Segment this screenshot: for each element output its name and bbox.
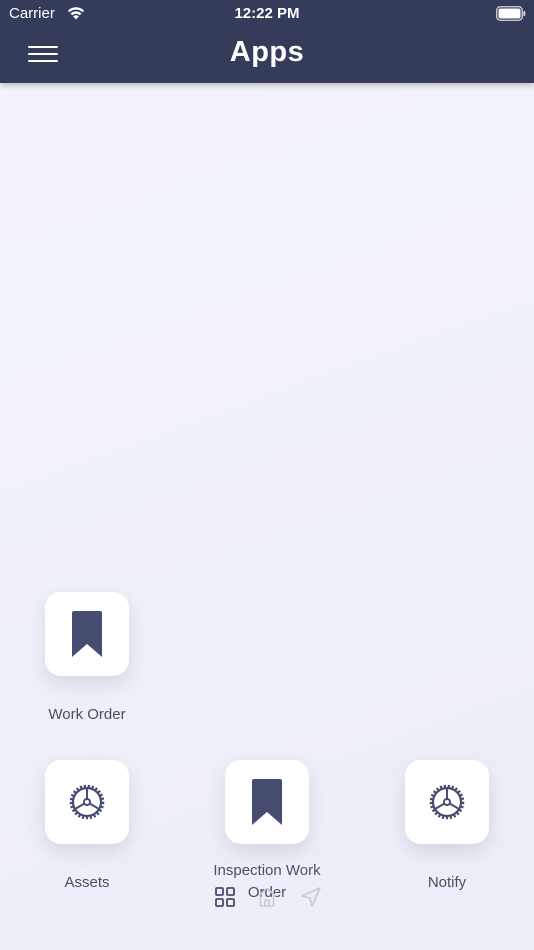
battery-icon — [496, 6, 526, 21]
app-tile-assets[interactable]: Assets — [17, 760, 157, 910]
nav-bar: Apps — [0, 28, 534, 83]
app-card[interactable] — [225, 760, 309, 844]
app-label: Notify — [427, 874, 467, 891]
gear-icon — [429, 784, 465, 820]
app-card[interactable] — [45, 592, 129, 676]
app-label: Work Order — [48, 706, 126, 723]
status-time: 12:22 PM — [234, 5, 300, 22]
bottom-toolbar — [214, 886, 324, 910]
navigation-icon[interactable] — [300, 886, 322, 908]
app-card[interactable] — [45, 760, 129, 844]
app-tile-notify[interactable]: Notify — [377, 760, 517, 910]
status-bar: Carrier 12:22 PM — [0, 0, 534, 28]
bookmark-icon — [252, 779, 282, 825]
home-icon[interactable] — [256, 886, 278, 908]
app-card[interactable] — [405, 760, 489, 844]
app-label: Assets — [64, 874, 110, 891]
gear-icon — [69, 784, 105, 820]
bookmark-icon — [72, 611, 102, 657]
app-tile-work-order[interactable]: Work Order — [17, 592, 157, 742]
page-title: Apps — [229, 36, 305, 68]
top-bar: Carrier 12:22 PM Apps — [0, 0, 534, 83]
grid-icon[interactable] — [214, 886, 236, 908]
